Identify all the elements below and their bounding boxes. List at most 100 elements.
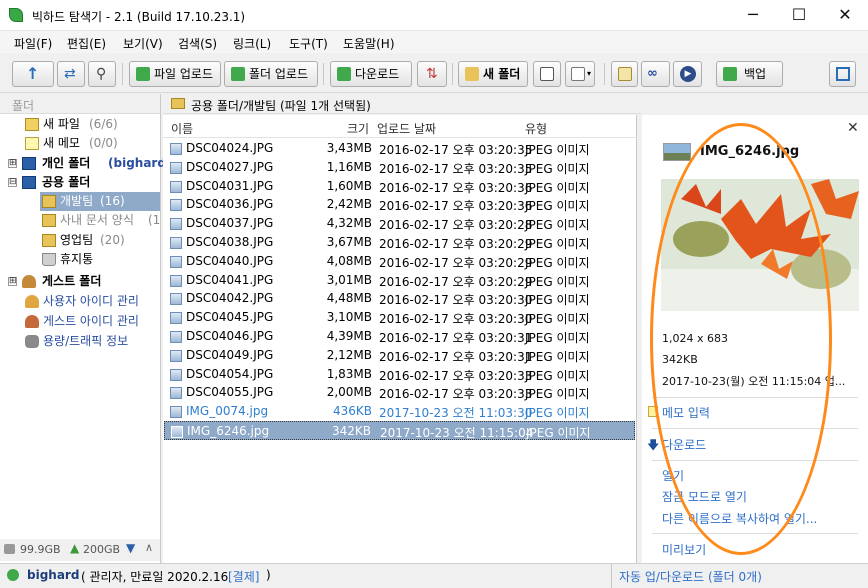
folder-icon (42, 214, 56, 227)
open-locked-link[interactable]: 잠금 모드로 열기 (662, 488, 747, 505)
play-button[interactable]: ▶ (673, 61, 702, 87)
file-name: DSC04040.JPG (186, 253, 274, 268)
collapse-chevron-icon[interactable]: ∧ (145, 541, 153, 554)
disk-icon (4, 544, 15, 554)
tree-label: 사내 문서 양식 (60, 213, 134, 227)
guest-user-icon (25, 315, 39, 328)
up-folder-button[interactable]: ↑ (12, 61, 54, 87)
toolbar: ↑ ⇄ ⚲ 파일 업로드 폴더 업로드 다운로드 ⇅ 새 폴더 ▾ ∞ ▶ 백업 (0, 55, 868, 93)
folder-icon (171, 98, 185, 109)
file-row[interactable]: DSC04037.JPG 4,32MB 2016-02-17 오후 03:20:28… (164, 214, 635, 233)
payment-link[interactable]: [결제] (228, 568, 259, 585)
close-button[interactable]: ✕ (822, 0, 868, 31)
upload-arrow-icon: ▲ (70, 541, 80, 555)
minimize-button[interactable]: ─ (730, 0, 776, 31)
free-space: 200GB (83, 543, 121, 556)
file-row[interactable]: DSC04040.JPG 4,08MB 2016-02-17 오후 03:20:29… (164, 252, 635, 271)
panel-toggle-button[interactable] (829, 61, 856, 87)
column-date[interactable]: 업로드 날짜 (377, 120, 436, 137)
menu-file[interactable]: 파일(F) (14, 35, 52, 52)
file-upload-button[interactable]: 파일 업로드 (129, 61, 221, 87)
file-row[interactable]: DSC04024.JPG 3,43MB 2016-02-17 오후 03:20:35… (164, 139, 635, 158)
image-file-icon (663, 143, 691, 161)
transfer-button[interactable]: ⇅ (417, 61, 447, 87)
edit-button[interactable] (611, 61, 638, 87)
open-copy-link[interactable]: 다른 이름으로 복사하여 열기... (662, 510, 817, 527)
image-preview[interactable] (661, 179, 859, 311)
link-button[interactable]: ∞ (641, 61, 670, 87)
menu-search[interactable]: 검색(S) (178, 35, 217, 52)
file-row[interactable]: DSC04049.JPG 2,12MB 2016-02-17 오후 03:20:31… (164, 346, 635, 365)
new-document-dropdown[interactable]: ▾ (565, 61, 595, 87)
folder-upload-button[interactable]: 폴더 업로드 (224, 61, 318, 87)
maximize-button[interactable]: ☐ (776, 0, 822, 31)
screen-button[interactable] (533, 61, 561, 87)
file-row[interactable]: DSC04031.JPG 1,60MB 2016-02-17 오후 03:20:36… (164, 177, 635, 196)
auto-transfer-status[interactable]: 자동 업/다운로드 (폴더 0개) (619, 568, 762, 585)
file-size: 342KB (331, 424, 371, 438)
memo-input-link[interactable]: 메모 입력 (662, 404, 710, 421)
file-row[interactable]: DSC04041.JPG 3,01MB 2016-02-17 오후 03:20:29… (164, 271, 635, 290)
file-size: 3,10MB (326, 310, 372, 325)
search-button[interactable]: ⚲ (88, 61, 116, 87)
toolbar-separator (604, 63, 605, 85)
used-space: 99.9GB (20, 543, 61, 556)
file-row[interactable]: DSC04045.JPG 3,10MB 2016-02-17 오후 03:20:30… (164, 308, 635, 327)
open-link[interactable]: 열기 (662, 467, 684, 484)
computer-folder-icon (22, 157, 36, 170)
file-name: DSC04038.JPG (186, 235, 274, 249)
column-size[interactable]: 크기 (347, 120, 369, 137)
file-row[interactable]: DSC04042.JPG 4,48MB 2016-02-17 오후 03:20:30… (164, 289, 635, 308)
menu-edit[interactable]: 편집(E) (67, 35, 106, 52)
file-size: 3,01MB (326, 272, 372, 287)
menu-link[interactable]: 링크(L) (233, 35, 271, 52)
file-list-header: 이름 크기 업로드 날짜 유형 (163, 115, 637, 138)
menu-tools[interactable]: 도구(T) (289, 35, 328, 52)
tree-label: 게스트 아이디 관리 (43, 314, 139, 328)
status-bar: bighard ( 관리자, 만료일 2020.2.16 [결제] ) 자동 업… (0, 563, 868, 588)
title-bar: 빅하드 탐색기 - 2.1 (Build 17.10.23.1) ─ ☐ ✕ (0, 0, 868, 31)
backup-button[interactable]: 백업 (716, 61, 783, 87)
collapse-icon[interactable]: ⊟ (8, 178, 17, 187)
refresh-button[interactable]: ⇄ (57, 61, 85, 87)
expand-icon[interactable]: ⊞ (8, 159, 17, 168)
file-row[interactable]: IMG_0074.jpg 436KB 2017-10-23 오전 11:03:30 J… (164, 402, 635, 421)
new-folder-button[interactable]: 새 폴더 (458, 61, 528, 87)
image-file-icon (170, 331, 182, 343)
file-row[interactable]: DSC04038.JPG 3,67MB 2016-02-17 오후 03:20:29… (164, 233, 635, 252)
panel-layout-icon (836, 67, 850, 81)
file-row[interactable]: DSC04046.JPG 4,39MB 2016-02-17 오후 03:20:31… (164, 327, 635, 346)
download-link[interactable]: 다운로드 (662, 436, 706, 453)
file-row[interactable]: DSC04036.JPG 2,42MB 2016-02-17 오후 03:20:36… (164, 195, 635, 214)
file-date: 2016-02-17 오후 03:20:31 (379, 331, 533, 345)
preview-link[interactable]: 미리보기 (662, 541, 706, 558)
file-size: 3,43MB (326, 141, 372, 155)
image-dimensions: 1,024 x 683 (662, 332, 728, 345)
tree-item-dev-team[interactable]: 개발팀 (16) (40, 192, 160, 211)
file-row[interactable]: IMG_6246.jpg 342KB 2017-10-23 오전 11:15:04 J… (164, 421, 635, 440)
new-folder-icon (465, 67, 479, 81)
file-type: JPEG 이미지 (525, 293, 590, 308)
file-date: 2016-02-17 오후 03:20:29 (379, 237, 533, 251)
backup-label: 백업 (744, 67, 767, 81)
file-row[interactable]: DSC04055.JPG 2,00MB 2016-02-17 오후 03:20:33… (164, 383, 635, 402)
download-button[interactable]: 다운로드 (330, 61, 412, 87)
dropdown-arrow-icon: ▾ (587, 69, 592, 78)
tree-item-forms[interactable]: 사내 문서 양식 (19 (40, 211, 160, 230)
window-title: 빅하드 탐색기 - 2.1 (Build 17.10.23.1) (32, 10, 246, 24)
details-close-icon[interactable]: ✕ (847, 120, 859, 136)
column-type[interactable]: 유형 (525, 120, 547, 137)
preview-image (661, 179, 859, 311)
online-status-icon (7, 569, 19, 581)
column-name[interactable]: 이름 (171, 120, 193, 137)
breadcrumb: 공용 폴더/개발팀 (파일 1개 선택됨) (163, 94, 641, 114)
file-row[interactable]: DSC04054.JPG 1,83MB 2016-02-17 오후 03:20:33… (164, 365, 635, 384)
menu-help[interactable]: 도움말(H) (343, 35, 395, 52)
file-row[interactable]: DSC04027.JPG 1,16MB 2016-02-17 오후 03:20:35… (164, 158, 635, 177)
file-type: JPEG 이미지 (525, 387, 590, 402)
tree-label: 개인 폴더 (42, 156, 91, 170)
expand-icon[interactable]: ⊞ (8, 277, 17, 286)
menu-view[interactable]: 보기(V) (123, 35, 163, 52)
file-date: 2017-10-23 오전 11:15:04 (380, 426, 534, 440)
file-type: JPEG 이미지 (525, 237, 590, 251)
